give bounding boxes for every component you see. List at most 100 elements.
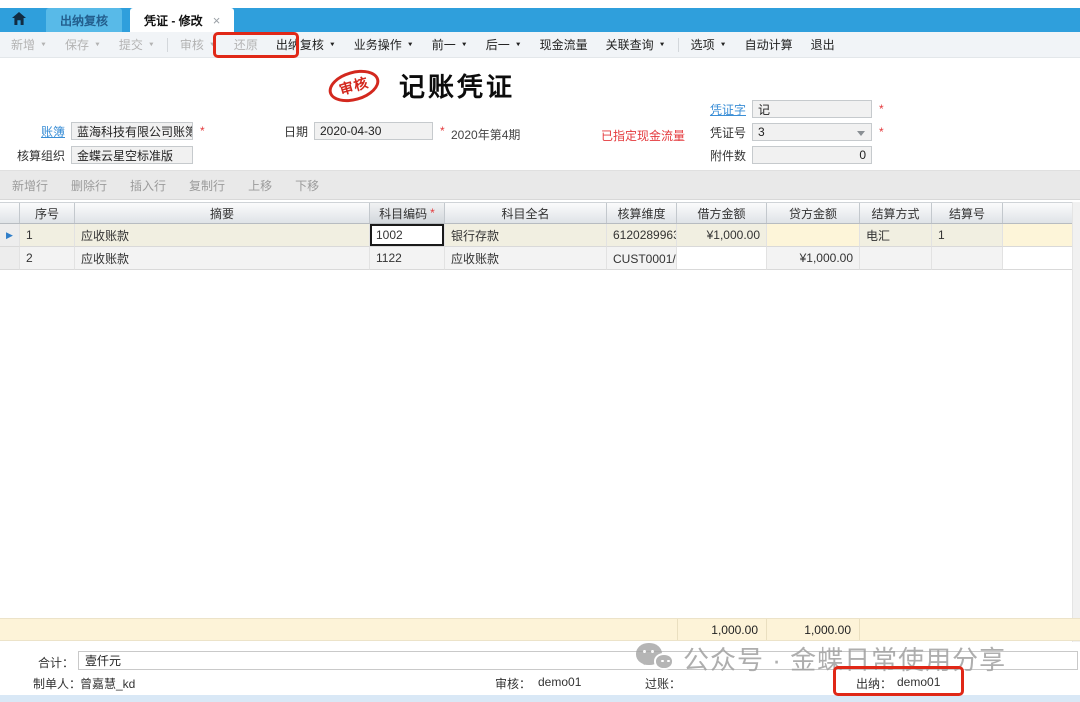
row-marker-cell[interactable]: [0, 247, 20, 270]
account-book-input[interactable]: 蓝海科技有限公司账簿: [71, 122, 193, 140]
add-row-button[interactable]: 新增行: [12, 177, 48, 194]
move-up-button[interactable]: 上移: [248, 177, 272, 194]
totals-spacer: [0, 619, 677, 640]
chevron-down-icon: ▼: [40, 42, 47, 48]
table-header: 序号 摘要 科目编码 * 科目全名 核算维度 借方金额 贷方金额 结算方式 结算…: [0, 202, 1072, 224]
totals-spacer: [860, 619, 1080, 640]
required-mark: *: [200, 124, 205, 138]
business-ops-button[interactable]: 业务操作 ▼: [345, 32, 423, 57]
cell-settlement-no[interactable]: 1: [932, 224, 1003, 247]
cell-settlement[interactable]: 电汇: [860, 224, 932, 247]
column-header-dimension[interactable]: 核算维度: [607, 203, 677, 223]
column-header-account-name[interactable]: 科目全名: [445, 203, 607, 223]
save-button[interactable]: 保存 ▼: [56, 32, 110, 57]
column-header-settlement-no[interactable]: 结算号: [932, 203, 1003, 223]
audit-button[interactable]: 审核 ▼: [171, 32, 225, 57]
cell-account-code[interactable]: 1122: [370, 247, 445, 270]
button-label: 现金流量: [540, 36, 588, 53]
delete-row-button[interactable]: 删除行: [71, 177, 107, 194]
next-button[interactable]: 后一 ▼: [477, 32, 531, 57]
cell-account-code[interactable]: 1002: [370, 224, 445, 247]
cell-seq[interactable]: 2: [20, 247, 75, 270]
chevron-down-icon: ▼: [329, 42, 336, 48]
total-in-words-input[interactable]: 壹仟元: [78, 651, 1078, 670]
cell-dimension[interactable]: 61202899635: [607, 224, 677, 247]
required-mark: *: [430, 206, 435, 220]
submit-button[interactable]: 提交 ▼: [110, 32, 164, 57]
column-header-extra: [1003, 203, 1072, 223]
cell-account-name[interactable]: 银行存款: [445, 224, 607, 247]
button-label: 前一: [432, 36, 456, 53]
tab-home[interactable]: [0, 8, 38, 32]
current-row-icon: ▶: [6, 231, 13, 240]
cell-extra[interactable]: [1003, 224, 1072, 247]
button-label: 退出: [811, 36, 835, 53]
cell-extra[interactable]: [1003, 247, 1072, 270]
date-input[interactable]: 2020-04-30: [314, 122, 433, 140]
cell-credit[interactable]: [767, 224, 860, 247]
toolbar-separator: [167, 38, 168, 52]
related-query-button[interactable]: 关联查询 ▼: [597, 32, 675, 57]
account-book-link[interactable]: 账簿: [8, 123, 65, 140]
tab-bar: 出纳复核 凭证 - 修改 ×: [0, 8, 1080, 32]
chevron-down-icon: ▼: [94, 42, 101, 48]
chevron-down-icon: ▼: [209, 42, 216, 48]
cashflow-assigned-flag: 已指定现金流量: [601, 127, 685, 144]
voucher-no-label: 凭证号: [700, 124, 746, 141]
main-toolbar: 新增 ▼ 保存 ▼ 提交 ▼ 审核 ▼ 还原 出纳复核 ▼ 业务操作 ▼ 前一 …: [0, 32, 1080, 58]
auditor-value: demo01: [538, 675, 581, 689]
cell-dimension[interactable]: CUST0001/东: [607, 247, 677, 270]
column-header-account-code[interactable]: 科目编码 *: [370, 203, 445, 223]
totals-row: 1,000.00 1,000.00: [0, 618, 1080, 641]
chevron-down-icon: ▼: [461, 42, 468, 48]
cell-account-name[interactable]: 应收账款: [445, 247, 607, 270]
cell-summary[interactable]: 应收账款: [75, 247, 370, 270]
close-icon[interactable]: ×: [213, 14, 221, 27]
button-label: 保存: [65, 36, 89, 53]
preparer-label: 制单人：: [33, 675, 81, 692]
column-header-seq[interactable]: 序号: [20, 203, 75, 223]
selected-cell[interactable]: 1002: [370, 224, 444, 246]
prev-button[interactable]: 前一 ▼: [423, 32, 477, 57]
chevron-down-icon[interactable]: [857, 131, 865, 136]
exit-button[interactable]: 退出: [802, 32, 844, 57]
cash-flow-button[interactable]: 现金流量: [531, 32, 597, 57]
insert-row-button[interactable]: 插入行: [130, 177, 166, 194]
required-mark: *: [879, 125, 884, 139]
options-button[interactable]: 选项 ▼: [682, 32, 736, 57]
column-header-summary[interactable]: 摘要: [75, 203, 370, 223]
tab-voucher-edit[interactable]: 凭证 - 修改 ×: [130, 8, 234, 32]
row-marker-cell[interactable]: ▶: [0, 224, 20, 247]
voucher-word-input[interactable]: 记: [752, 100, 872, 118]
cell-settlement-no[interactable]: [932, 247, 1003, 270]
cashier-label: 出纳：: [856, 675, 892, 692]
column-header-debit[interactable]: 借方金额: [677, 203, 767, 223]
total-debit: 1,000.00: [677, 619, 767, 640]
new-button[interactable]: 新增 ▼: [2, 32, 56, 57]
voucher-edit-window: 出纳复核 凭证 - 修改 × 新增 ▼ 保存 ▼ 提交 ▼ 审核 ▼ 还原 出纳…: [0, 0, 1080, 702]
cashier-review-button[interactable]: 出纳复核 ▼: [267, 32, 345, 57]
button-label: 关联查询: [606, 36, 654, 53]
cell-credit[interactable]: ¥1,000.00: [767, 247, 860, 270]
cell-settlement[interactable]: [860, 247, 932, 270]
restore-button[interactable]: 还原: [225, 32, 267, 57]
tab-cashier-review[interactable]: 出纳复核: [46, 8, 122, 32]
bottom-strip: [0, 695, 1080, 702]
cell-seq[interactable]: 1: [20, 224, 75, 247]
cell-summary[interactable]: 应收账款: [75, 224, 370, 247]
org-input[interactable]: 金蝶云星空标准版: [71, 146, 193, 164]
cashier-value: demo01: [897, 675, 940, 689]
poster-label: 过账：: [645, 675, 681, 692]
voucher-word-link[interactable]: 凭证字: [700, 101, 746, 118]
move-down-button[interactable]: 下移: [295, 177, 319, 194]
column-header-settlement[interactable]: 结算方式: [860, 203, 932, 223]
attachment-input[interactable]: 0: [752, 146, 872, 164]
vertical-scrollbar[interactable]: [1072, 202, 1080, 642]
column-header-credit[interactable]: 贷方金额: [767, 203, 860, 223]
copy-row-button[interactable]: 复制行: [189, 177, 225, 194]
button-label: 后一: [486, 36, 510, 53]
cell-debit[interactable]: [677, 247, 767, 270]
auto-calc-button[interactable]: 自动计算: [736, 32, 802, 57]
voucher-no-select[interactable]: 3: [752, 123, 872, 141]
cell-debit[interactable]: ¥1,000.00: [677, 224, 767, 247]
